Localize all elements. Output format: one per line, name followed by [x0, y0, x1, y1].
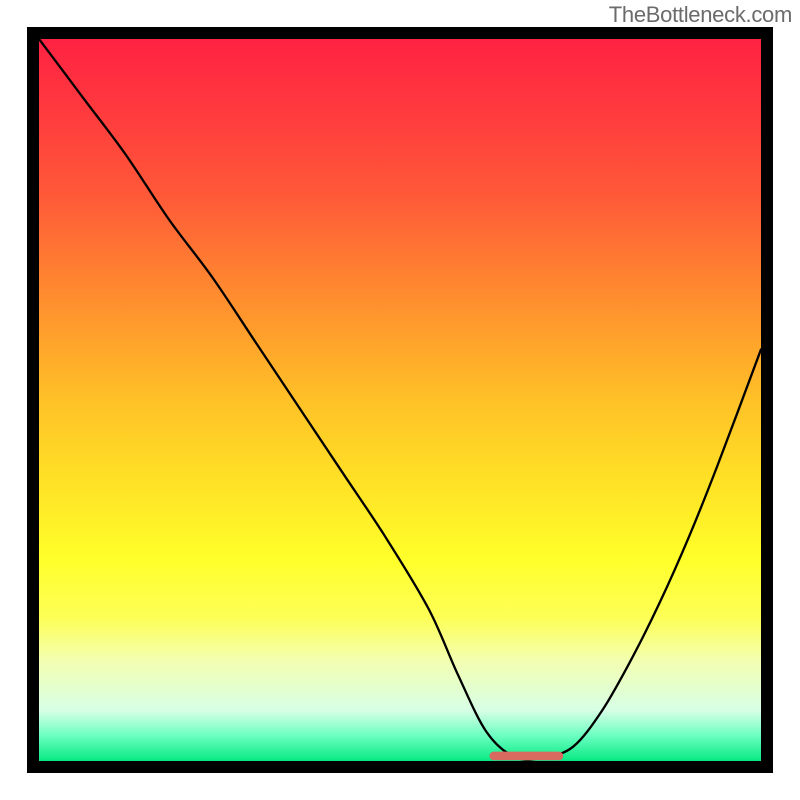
gradient-background	[39, 39, 761, 761]
chart-container: TheBottleneck.com	[0, 0, 800, 800]
plot-svg	[39, 39, 761, 761]
plot-frame	[27, 27, 773, 773]
watermark-text: TheBottleneck.com	[609, 2, 792, 28]
plot-area	[39, 39, 761, 761]
